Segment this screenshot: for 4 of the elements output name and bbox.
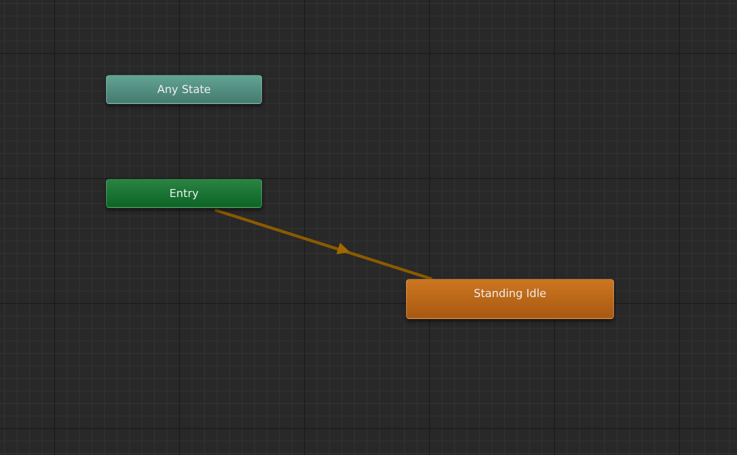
transition-arrow[interactable] [214,208,432,280]
state-node[interactable]: Any State [106,75,262,104]
state-node[interactable]: Standing Idle [406,279,614,319]
state-node[interactable]: Entry [106,179,262,208]
